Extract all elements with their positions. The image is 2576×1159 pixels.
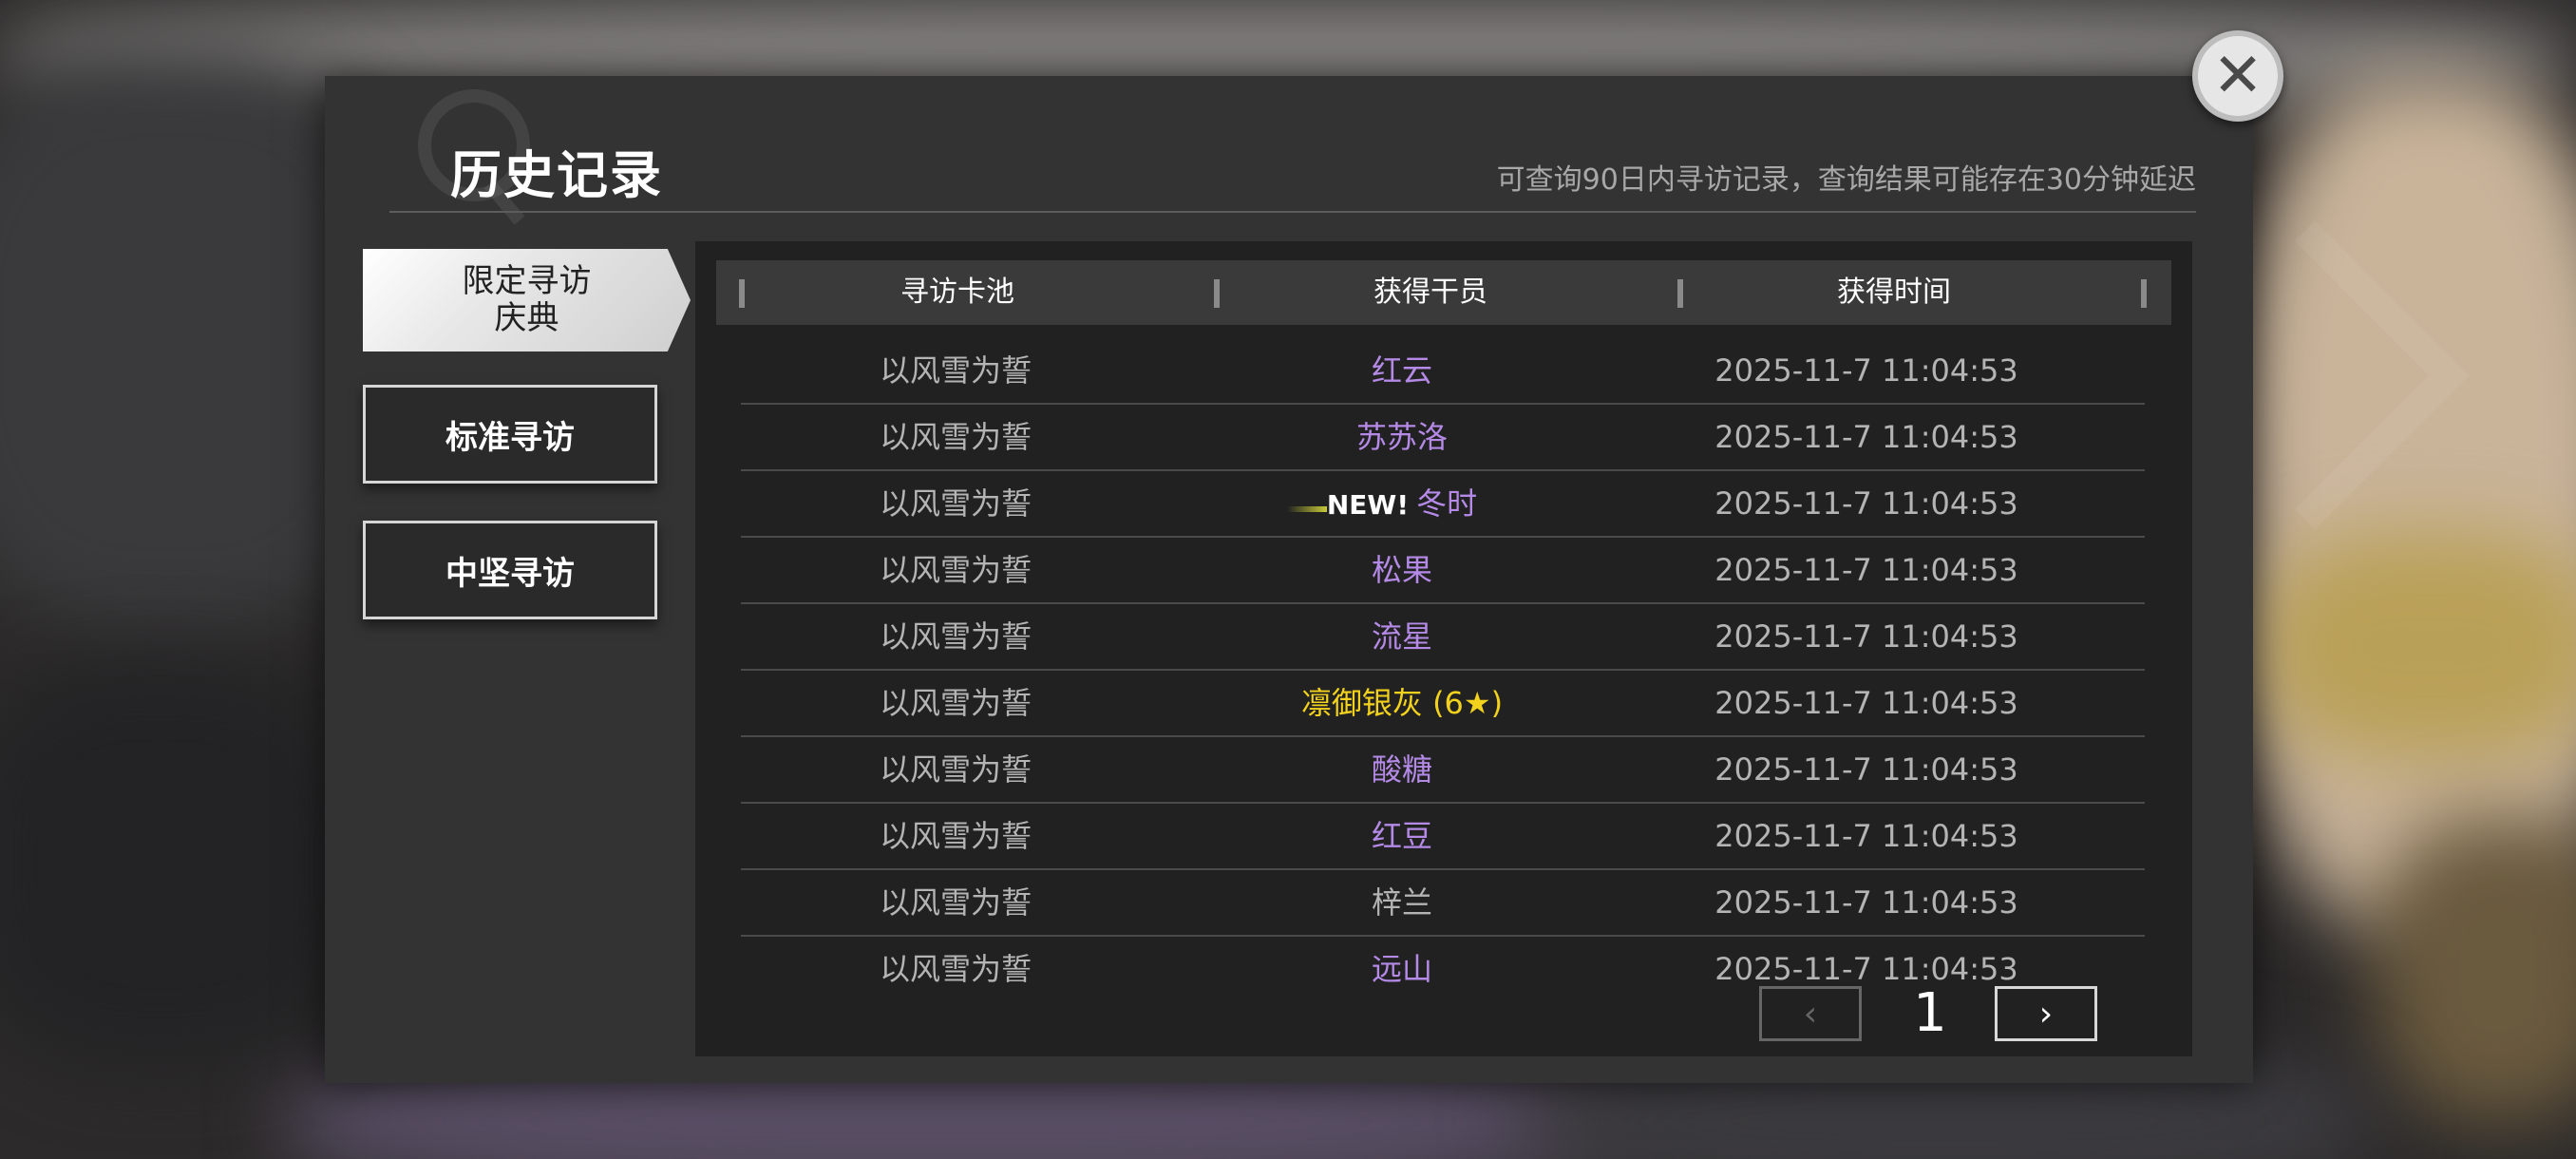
title-divider [389,211,2196,213]
table-row: 以风雪为誓 NEW! 冬时 2025-11-7 11:04:53 [741,471,2145,538]
header-divider [2141,279,2147,308]
pool-cell: 以风雪为誓 [879,419,1032,455]
pagination: ‹ 1 › [1759,982,2158,1047]
tab-label-line1: 限定寻访 [462,261,592,300]
operator-name: 松果 [1371,552,1432,588]
operator-cell: 苏苏洛 [1170,405,1634,469]
pool-cell: 以风雪为誓 [879,951,1032,987]
table-row: 以风雪为誓 流星 2025-11-7 11:04:53 [741,604,2145,671]
history-dialog: 历史记录 可查询90日内寻访记录，查询结果可能存在30分钟延迟 限定寻访 庆典 … [325,76,2470,1083]
table-row: 以风雪为誓 苏苏洛 2025-11-7 11:04:53 [741,405,2145,471]
table-row: 以风雪为誓 红豆 2025-11-7 11:04:53 [741,804,2145,870]
column-header-pool: 寻访卡池 [900,276,1014,309]
close-icon: ✕ [2212,41,2263,111]
column-header-operator: 获得干员 [1373,276,1487,309]
operator-cell: 流星 [1170,604,1634,669]
operator-name: 红豆 [1371,818,1432,854]
operator-name: 远山 [1371,951,1432,987]
operator-cell: 红豆 [1170,804,1634,868]
tab-limited-banner[interactable]: 限定寻访 庆典 [363,249,691,352]
chevron-right-icon: › [2038,994,2054,1034]
column-header-time: 获得时间 [1837,276,1951,309]
tab-standard-banner[interactable]: 标准寻访 [363,385,657,484]
tab-label: 标准寻访 [445,418,575,457]
operator-name: 流星 [1371,618,1432,655]
pool-cell: 以风雪为誓 [879,685,1032,721]
time-cell: 2025-11-7 11:04:53 [1714,352,2018,389]
new-badge: NEW! [1326,489,1410,521]
operator-name: 梓兰 [1371,884,1432,921]
pool-cell: 以风雪为誓 [879,618,1032,655]
time-cell: 2025-11-7 11:04:53 [1714,419,2018,455]
table-header: 寻访卡池 获得干员 获得时间 [716,260,2171,325]
time-cell: 2025-11-7 11:04:53 [1714,552,2018,588]
operator-cell: 松果 [1170,538,1634,602]
records-panel: 寻访卡池 获得干员 获得时间 以风雪为誓 红云 2025-11-7 11:04:53… [695,241,2192,1056]
time-cell: 2025-11-7 11:04:53 [1714,685,2018,721]
next-page-button[interactable]: › [1995,986,2097,1041]
operator-cell: 红云 [1170,338,1634,403]
pool-cell: 以风雪为誓 [879,751,1032,788]
operator-name: 酸糖 [1371,751,1432,788]
query-notice: 可查询90日内寻访记录，查询结果可能存在30分钟延迟 [1496,163,2196,197]
table-row: 以风雪为誓 凛御银灰 (6★) 2025-11-7 11:04:53 [741,671,2145,737]
time-cell: 2025-11-7 11:04:53 [1714,751,2018,788]
pool-cell: 以风雪为誓 [879,884,1032,921]
operator-name: 苏苏洛 [1355,419,1448,455]
records-list: 以风雪为誓 红云 2025-11-7 11:04:53 以风雪为誓 苏苏洛 2025-11… [741,338,2145,1001]
time-cell: 2025-11-7 11:04:53 [1714,618,2018,655]
time-cell: 2025-11-7 11:04:53 [1714,818,2018,854]
tab-label: 中坚寻访 [445,554,575,593]
operator-name: 冬时 [1416,485,1478,522]
operator-name: 凛御银灰 (6★) [1300,685,1504,721]
time-cell: 2025-11-7 11:04:53 [1714,485,2018,522]
pool-cell: 以风雪为誓 [879,818,1032,854]
operator-cell: 凛御银灰 (6★) [1170,671,1634,735]
table-row: 以风雪为誓 松果 2025-11-7 11:04:53 [741,538,2145,604]
operator-cell: NEW! 冬时 [1170,471,1634,536]
close-button[interactable]: ✕ [2192,30,2283,122]
time-cell: 2025-11-7 11:04:53 [1714,884,2018,921]
operator-cell: 梓兰 [1170,870,1634,935]
page-number: 1 [1913,982,1947,1044]
operator-cell: 远山 [1170,937,1634,1001]
prev-page-button[interactable]: ‹ [1759,986,1862,1041]
pool-cell: 以风雪为誓 [879,485,1032,522]
operator-name: 红云 [1371,352,1432,389]
chevron-left-icon: ‹ [1803,994,1818,1034]
tab-label-line2: 庆典 [494,299,559,337]
pool-cell: 以风雪为誓 [879,352,1032,389]
table-row: 以风雪为誓 梓兰 2025-11-7 11:04:53 [741,870,2145,937]
table-row: 以风雪为誓 酸糖 2025-11-7 11:04:53 [741,737,2145,804]
tab-core-banner[interactable]: 中坚寻访 [363,521,657,619]
table-row: 以风雪为誓 红云 2025-11-7 11:04:53 [741,338,2145,405]
operator-cell: 酸糖 [1170,737,1634,802]
page-title: 历史记录 [450,145,663,205]
pool-cell: 以风雪为誓 [879,552,1032,588]
